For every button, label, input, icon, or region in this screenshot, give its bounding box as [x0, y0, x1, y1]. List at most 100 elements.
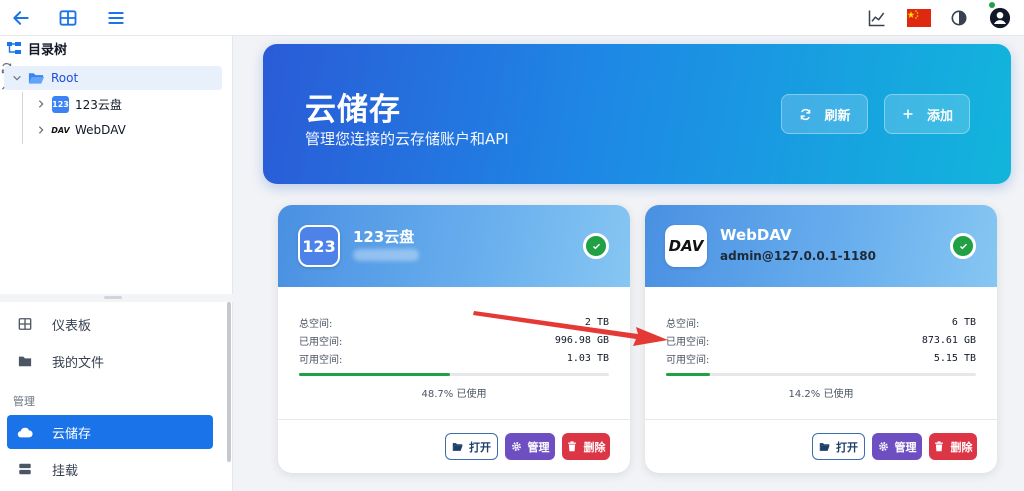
chevron-right-icon[interactable]	[34, 123, 48, 137]
stat-value: 2 TB	[584, 316, 609, 328]
available-space-row: 可用空间: 5.15 TB	[666, 350, 976, 366]
sidebar-item-label: 我的文件	[52, 355, 105, 371]
total-space-row: 总空间: 6 TB	[666, 314, 976, 330]
card-header: DAV WebDAV admin@127.0.0.1-1180	[645, 205, 997, 287]
stat-label: 已用空间:	[299, 336, 343, 348]
user-account-icon[interactable]	[988, 2, 1012, 30]
chevron-down-icon[interactable]	[10, 71, 24, 85]
gear-icon	[878, 441, 889, 452]
stat-label: 可用空间:	[666, 354, 710, 366]
usage-progress-bar	[299, 373, 609, 376]
page-subtitle: 管理您连接的云存储账户和API	[305, 130, 509, 148]
add-button[interactable]: 添加	[884, 94, 970, 134]
sidebar-item-my-files[interactable]: 我的文件	[7, 344, 213, 378]
sidebar-item-cloud-storage[interactable]: 云储存	[7, 415, 213, 449]
webdav-logo-icon: DAV	[51, 125, 70, 135]
chart-icon[interactable]	[865, 6, 889, 30]
logo-text: DAV	[668, 237, 704, 255]
grid-icon[interactable]	[56, 6, 80, 30]
storage-account-redacted	[353, 249, 419, 261]
top-bar	[0, 0, 1024, 36]
stat-value: 873.61 GB	[921, 334, 976, 346]
status-ok-icon	[583, 233, 609, 259]
plus-icon	[901, 107, 915, 121]
china-flag-icon[interactable]	[907, 6, 931, 30]
open-button[interactable]: 打开	[812, 433, 865, 460]
manage-button[interactable]: 管理	[872, 433, 922, 460]
refresh-icon	[798, 107, 812, 121]
stat-value: 5.15 TB	[933, 352, 976, 364]
add-label: 添加	[926, 108, 953, 124]
online-status-dot	[989, 2, 995, 8]
stat-value: 6 TB	[951, 316, 976, 328]
available-space-row: 可用空间: 1.03 TB	[299, 350, 609, 366]
stat-label: 总空间:	[666, 318, 700, 330]
storage-account: admin@127.0.0.1-1180	[720, 249, 876, 263]
sidebar-nav: 仪表板 我的文件 管理 云储存 挂载	[0, 302, 233, 491]
tree-item-label: 123云盘	[75, 97, 122, 112]
trash-icon	[934, 441, 945, 452]
123pan-logo-icon: 123	[298, 225, 340, 267]
usage-progress-bar	[666, 373, 976, 376]
folder-open-icon	[452, 441, 463, 452]
refresh-button[interactable]: 刷新	[781, 94, 868, 134]
menu-icon[interactable]	[104, 6, 128, 30]
page-header-banner: 云储存 管理您连接的云存储账户和API 刷新 添加	[263, 44, 1011, 184]
main-content: 云储存 管理您连接的云存储账户和API 刷新 添加 123 123云盘 总空间:…	[241, 36, 1024, 491]
open-label: 打开	[469, 440, 491, 454]
nav-group-label: 管理	[13, 395, 35, 408]
used-space-row: 已用空间: 996.98 GB	[299, 332, 609, 348]
grip-handle[interactable]	[104, 296, 122, 299]
status-ok-icon	[950, 233, 976, 259]
storage-name: WebDAV	[720, 226, 792, 244]
dashboard-grid-icon	[16, 315, 34, 333]
tree-header: 目录树	[0, 36, 232, 60]
panel-splitter-handle[interactable]	[0, 294, 233, 302]
usage-progress-fill	[666, 373, 711, 376]
sidebar-item-dashboard[interactable]: 仪表板	[7, 307, 213, 341]
sidebar-item-label: 云储存	[52, 426, 92, 442]
logo-text: 123	[302, 236, 336, 256]
open-label: 打开	[836, 440, 858, 454]
back-arrow-icon[interactable]	[9, 6, 33, 30]
delete-button[interactable]: 删除	[562, 433, 610, 460]
tree-guide-line	[22, 92, 23, 144]
folder-open-icon	[28, 73, 45, 84]
manage-button[interactable]: 管理	[505, 433, 555, 460]
tree-item-webdav[interactable]: DAV WebDAV	[34, 118, 224, 142]
stat-label: 已用空间:	[666, 336, 710, 348]
storage-name: 123云盘	[353, 228, 415, 246]
sidebar-item-label: 挂载	[52, 463, 79, 479]
gear-icon	[511, 441, 522, 452]
folder-open-icon	[819, 441, 830, 452]
123pan-logo-icon: 123	[52, 95, 69, 113]
nav-scrollbar[interactable]	[227, 302, 231, 462]
card-divider	[278, 419, 630, 420]
tree-structure-icon	[7, 42, 21, 54]
server-icon	[16, 460, 34, 478]
contrast-icon[interactable]	[947, 6, 971, 30]
delete-button[interactable]: 删除	[929, 433, 977, 460]
chevron-right-icon[interactable]	[34, 97, 48, 111]
trash-icon	[567, 441, 578, 452]
storage-card-123pan: 123 123云盘 总空间: 2 TB 已用空间: 996.98 GB 可用空间…	[278, 205, 630, 473]
tree-item-123pan[interactable]: 123 123云盘	[34, 92, 224, 116]
directory-tree-panel: 目录树 Root 123 123云盘 DAV WebDAV	[0, 36, 233, 294]
tree-item-root[interactable]: Root	[4, 66, 222, 90]
tree-title: 目录树	[28, 42, 68, 58]
refresh-label: 刷新	[824, 108, 851, 124]
open-button[interactable]: 打开	[445, 433, 498, 460]
total-space-row: 总空间: 2 TB	[299, 314, 609, 330]
manage-label: 管理	[894, 440, 917, 454]
manage-label: 管理	[527, 440, 550, 454]
usage-percent-text: 48.7% 已使用	[421, 389, 487, 400]
stat-value: 1.03 TB	[566, 352, 609, 364]
tree-item-label: WebDAV	[75, 123, 126, 137]
sidebar-item-mount[interactable]: 挂载	[7, 452, 213, 486]
stat-value: 996.98 GB	[554, 334, 609, 346]
folder-icon	[16, 352, 34, 370]
used-space-row: 已用空间: 873.61 GB	[666, 332, 976, 348]
usage-percent-text: 14.2% 已使用	[788, 389, 854, 400]
stat-label: 可用空间:	[299, 354, 343, 366]
card-header: 123 123云盘	[278, 205, 630, 287]
